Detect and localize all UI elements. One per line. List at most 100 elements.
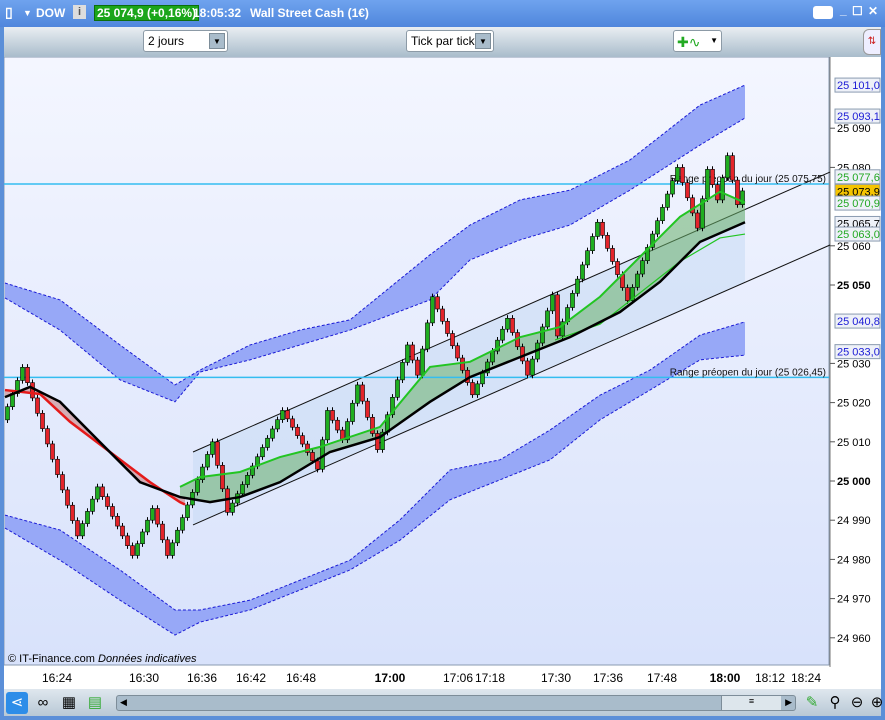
order-book-icon[interactable]: ▤ — [84, 692, 106, 714]
candle-body — [210, 441, 215, 455]
candle-body — [615, 261, 620, 275]
y-tick-label: 25 000 — [837, 476, 871, 488]
candle — [20, 364, 25, 384]
minimize-button[interactable]: _ — [840, 3, 847, 17]
indicators-button[interactable]: ✚∿ ▼ — [673, 30, 722, 52]
instrument-symbol[interactable]: DOW — [36, 6, 65, 20]
candle-body — [705, 169, 710, 200]
chart-area[interactable]: Range préopen du jour (25 075,75) Range p… — [3, 56, 881, 667]
candle — [40, 410, 45, 432]
y-tick-label: 25 010 — [837, 437, 871, 449]
candle-body — [160, 523, 165, 541]
candle-body — [725, 155, 730, 179]
candle — [545, 307, 550, 331]
y-tick-label: 24 990 — [837, 515, 871, 527]
maximize-button[interactable]: ☐ — [852, 4, 863, 18]
keyboard-icon[interactable] — [813, 6, 833, 19]
scroll-left-icon[interactable]: ◀ — [120, 697, 127, 708]
candle-body — [460, 357, 465, 371]
candle — [520, 343, 525, 365]
candle-body — [300, 435, 305, 445]
candle — [160, 520, 165, 543]
candle-body — [335, 419, 340, 431]
chevron-down-icon[interactable]: ▼ — [23, 8, 32, 18]
candle-body — [480, 372, 485, 385]
candle-body — [195, 479, 200, 493]
x-tick-label: 17:36 — [592, 671, 624, 685]
candle-body — [315, 460, 320, 470]
y-tick-label: 25 020 — [837, 398, 871, 410]
y-tick-label: 25 060 — [837, 241, 871, 253]
candle-body — [550, 294, 555, 312]
horizontal-scrollbar[interactable]: ◀ ≡ ▶ — [116, 695, 796, 711]
candle-body — [350, 402, 355, 422]
scroll-right-icon[interactable]: ▶ — [785, 697, 792, 708]
candle — [60, 471, 65, 494]
candle-body — [175, 529, 180, 544]
candle — [30, 379, 35, 402]
link-icon[interactable]: ∞ — [32, 692, 54, 714]
candle — [730, 152, 735, 184]
candle-body — [520, 346, 525, 362]
candle — [5, 403, 10, 423]
instrument-name: Wall Street Cash (1€) — [250, 6, 369, 20]
candle-body — [155, 508, 160, 525]
candle-body — [295, 426, 300, 436]
period-select[interactable]: 2 jours ▼ — [143, 30, 228, 52]
price-label-text: 25 077,6 — [837, 172, 880, 184]
candle-body — [660, 207, 665, 222]
scroll-thumb[interactable]: ≡ — [721, 696, 781, 710]
candle-body — [680, 167, 685, 183]
granularity-select[interactable]: Tick par tick ▼ — [406, 30, 494, 52]
candle-body — [510, 318, 515, 333]
candle — [540, 323, 545, 347]
candle — [690, 194, 695, 217]
candle-body — [30, 382, 35, 399]
y-tick-label: 24 980 — [837, 554, 871, 566]
candle-body — [640, 260, 645, 275]
candle-body — [575, 278, 580, 294]
candle-body — [500, 328, 505, 341]
candle — [705, 166, 710, 202]
candle — [405, 341, 410, 366]
candle-body — [710, 169, 715, 185]
side-panel-toggle[interactable]: ⇅ — [863, 29, 881, 55]
candle — [375, 430, 380, 453]
candle — [555, 291, 560, 340]
candle — [65, 486, 70, 509]
candle-body — [85, 511, 90, 524]
candle — [55, 456, 60, 478]
candle — [710, 166, 715, 188]
zoom-in-icon[interactable]: ⊕ — [866, 692, 885, 714]
candle — [70, 502, 75, 524]
chart-type-icon[interactable]: ▯ — [5, 4, 13, 21]
candle — [595, 219, 600, 240]
candle — [215, 438, 220, 469]
candle-body — [685, 182, 690, 199]
candle — [670, 177, 675, 198]
x-tick-label: 18:12 — [754, 671, 786, 685]
candle-body — [165, 539, 170, 556]
candle-body — [720, 177, 725, 201]
chevron-down-icon: ▼ — [710, 36, 718, 45]
price-chart[interactable]: Range préopen du jour (25 075,75) Range p… — [3, 56, 881, 667]
candle-body — [570, 293, 575, 308]
x-tick-label: 18:00 — [709, 671, 741, 685]
close-button[interactable]: ✕ — [868, 4, 878, 18]
candle-body — [280, 410, 285, 421]
share-icon[interactable]: ⋖ — [6, 692, 28, 714]
zoom-fit-icon[interactable]: ⚲ — [824, 692, 846, 714]
candle-body — [505, 318, 510, 330]
candle — [605, 232, 610, 252]
price-label-text: 25 033,0 — [837, 347, 880, 359]
candle-body — [555, 294, 560, 337]
zoom-out-icon[interactable]: ⊖ — [846, 692, 868, 714]
candle — [640, 257, 645, 278]
period-value: 2 jours — [148, 34, 185, 48]
candle-body — [5, 406, 10, 421]
candle-body — [430, 296, 435, 324]
order-list-icon[interactable]: ▦ — [58, 692, 80, 714]
candle-body — [285, 410, 290, 420]
draw-tool-icon[interactable]: ✎ — [801, 692, 823, 714]
info-icon[interactable]: i — [73, 5, 86, 19]
